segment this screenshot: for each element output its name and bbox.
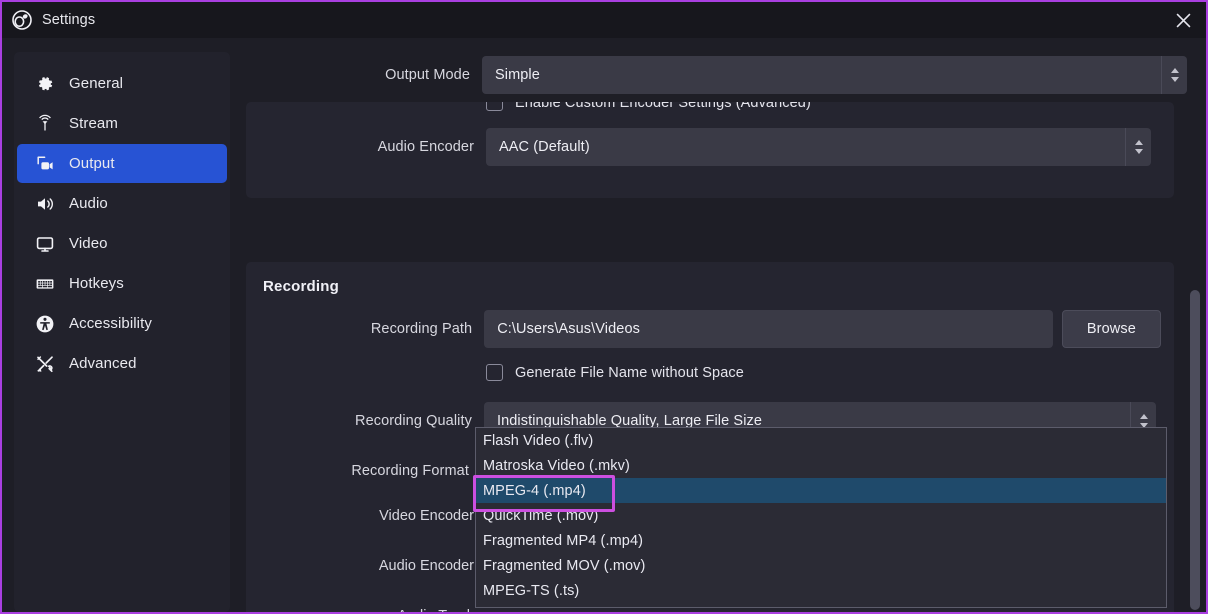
settings-window: Settings General Stream Output Audio Vid… xyxy=(0,0,1208,614)
sidebar-item-hotkeys[interactable]: Hotkeys xyxy=(17,264,227,303)
audio-encoder-stream-select[interactable]: AAC (Default) xyxy=(486,128,1151,166)
close-icon[interactable] xyxy=(1160,2,1206,38)
generate-filename-checkbox[interactable] xyxy=(486,364,503,381)
sidebar-item-stream[interactable]: Stream xyxy=(17,104,227,143)
generate-filename-checkbox-row[interactable]: Generate File Name without Space xyxy=(486,364,744,381)
sidebar-item-accessibility[interactable]: Accessibility xyxy=(17,304,227,343)
browse-button-label: Browse xyxy=(1086,321,1136,337)
sidebar-item-advanced[interactable]: Advanced xyxy=(17,344,227,383)
audio-encoder-stream-label: Audio Encoder xyxy=(377,139,474,155)
dropdown-option[interactable]: Flash Video (.flv) xyxy=(476,428,1166,453)
recording-quality-label: Recording Quality xyxy=(355,413,472,429)
keyboard-icon xyxy=(34,273,56,295)
scrollbar-thumb[interactable] xyxy=(1190,290,1200,610)
dropdown-option-selected[interactable]: MPEG-4 (.mp4) xyxy=(476,478,1166,503)
video-encoder-label: Video Encoder xyxy=(379,508,474,524)
audio-track-label: Audio Track xyxy=(246,608,474,612)
gear-icon xyxy=(34,73,56,95)
browse-button[interactable]: Browse xyxy=(1061,310,1161,348)
sidebar-item-general[interactable]: General xyxy=(17,64,227,103)
custom-encoder-label: Enable Custom Encoder Settings (Advanced… xyxy=(515,102,811,111)
sidebar-item-label: Audio xyxy=(69,195,108,212)
output-mode-select[interactable]: Simple xyxy=(482,56,1187,94)
recording-path-row: Recording Path C:\Users\Asus\Videos Brow… xyxy=(246,310,1161,348)
sidebar-item-label: General xyxy=(69,75,124,92)
settings-sidebar: General Stream Output Audio Video Hotkey… xyxy=(14,52,230,612)
recording-path-label: Recording Path xyxy=(370,321,473,337)
tools-icon xyxy=(34,353,56,375)
output-mode-label: Output Mode xyxy=(385,67,470,83)
broadcast-icon xyxy=(34,113,56,135)
streaming-panel: Enable Custom Encoder Settings (Advanced… xyxy=(246,102,1174,198)
generate-filename-label: Generate File Name without Space xyxy=(515,364,744,381)
sidebar-item-label: Advanced xyxy=(69,355,137,372)
recording-path-input[interactable]: C:\Users\Asus\Videos xyxy=(484,310,1053,348)
recording-path-value: C:\Users\Asus\Videos xyxy=(497,321,640,337)
vertical-scrollbar[interactable] xyxy=(1190,102,1200,610)
recording-format-label: Recording Format xyxy=(351,463,469,479)
dropdown-option[interactable]: QuickTime (.mov) xyxy=(476,503,1166,528)
audio-encoder-stream-spinner[interactable] xyxy=(1125,128,1151,166)
sidebar-item-label: Video xyxy=(69,235,108,252)
dropdown-option[interactable]: Fragmented MOV (.mov) xyxy=(476,553,1166,578)
dropdown-option[interactable]: MPEG-TS (.ts) xyxy=(476,578,1166,603)
sidebar-item-label: Accessibility xyxy=(69,315,152,332)
obs-logo-icon xyxy=(12,10,32,30)
output-mode-value: Simple xyxy=(495,67,540,83)
output-mode-row: Output Mode Simple xyxy=(242,54,1192,96)
output-mode-spinner[interactable] xyxy=(1161,56,1187,94)
dropdown-option[interactable]: Fragmented MP4 (.mp4) xyxy=(476,528,1166,553)
sidebar-item-video[interactable]: Video xyxy=(17,224,227,263)
title-bar: Settings xyxy=(2,2,1206,38)
audio-encoder-stream-value: AAC (Default) xyxy=(499,139,590,155)
custom-encoder-checkbox-row[interactable]: Enable Custom Encoder Settings (Advanced… xyxy=(486,102,811,111)
sidebar-item-label: Output xyxy=(69,155,115,172)
audio-encoder-rec-label: Audio Encoder xyxy=(378,558,474,574)
speaker-icon xyxy=(34,193,56,215)
sidebar-item-audio[interactable]: Audio xyxy=(17,184,227,223)
monitor-icon xyxy=(34,233,56,255)
sidebar-item-output[interactable]: Output xyxy=(17,144,227,183)
custom-encoder-checkbox[interactable] xyxy=(486,102,503,111)
window-title: Settings xyxy=(42,12,96,28)
audio-encoder-stream-row: Audio Encoder AAC (Default) xyxy=(246,128,1156,166)
recording-panel-title: Recording xyxy=(263,278,339,295)
output-video-icon xyxy=(34,153,56,175)
dropdown-option[interactable]: Matroska Video (.mkv) xyxy=(476,453,1166,478)
accessibility-icon xyxy=(34,313,56,335)
sidebar-item-label: Hotkeys xyxy=(69,275,124,292)
recording-format-dropdown-list[interactable]: Flash Video (.flv) Matroska Video (.mkv)… xyxy=(475,427,1167,608)
sidebar-item-label: Stream xyxy=(69,115,118,132)
